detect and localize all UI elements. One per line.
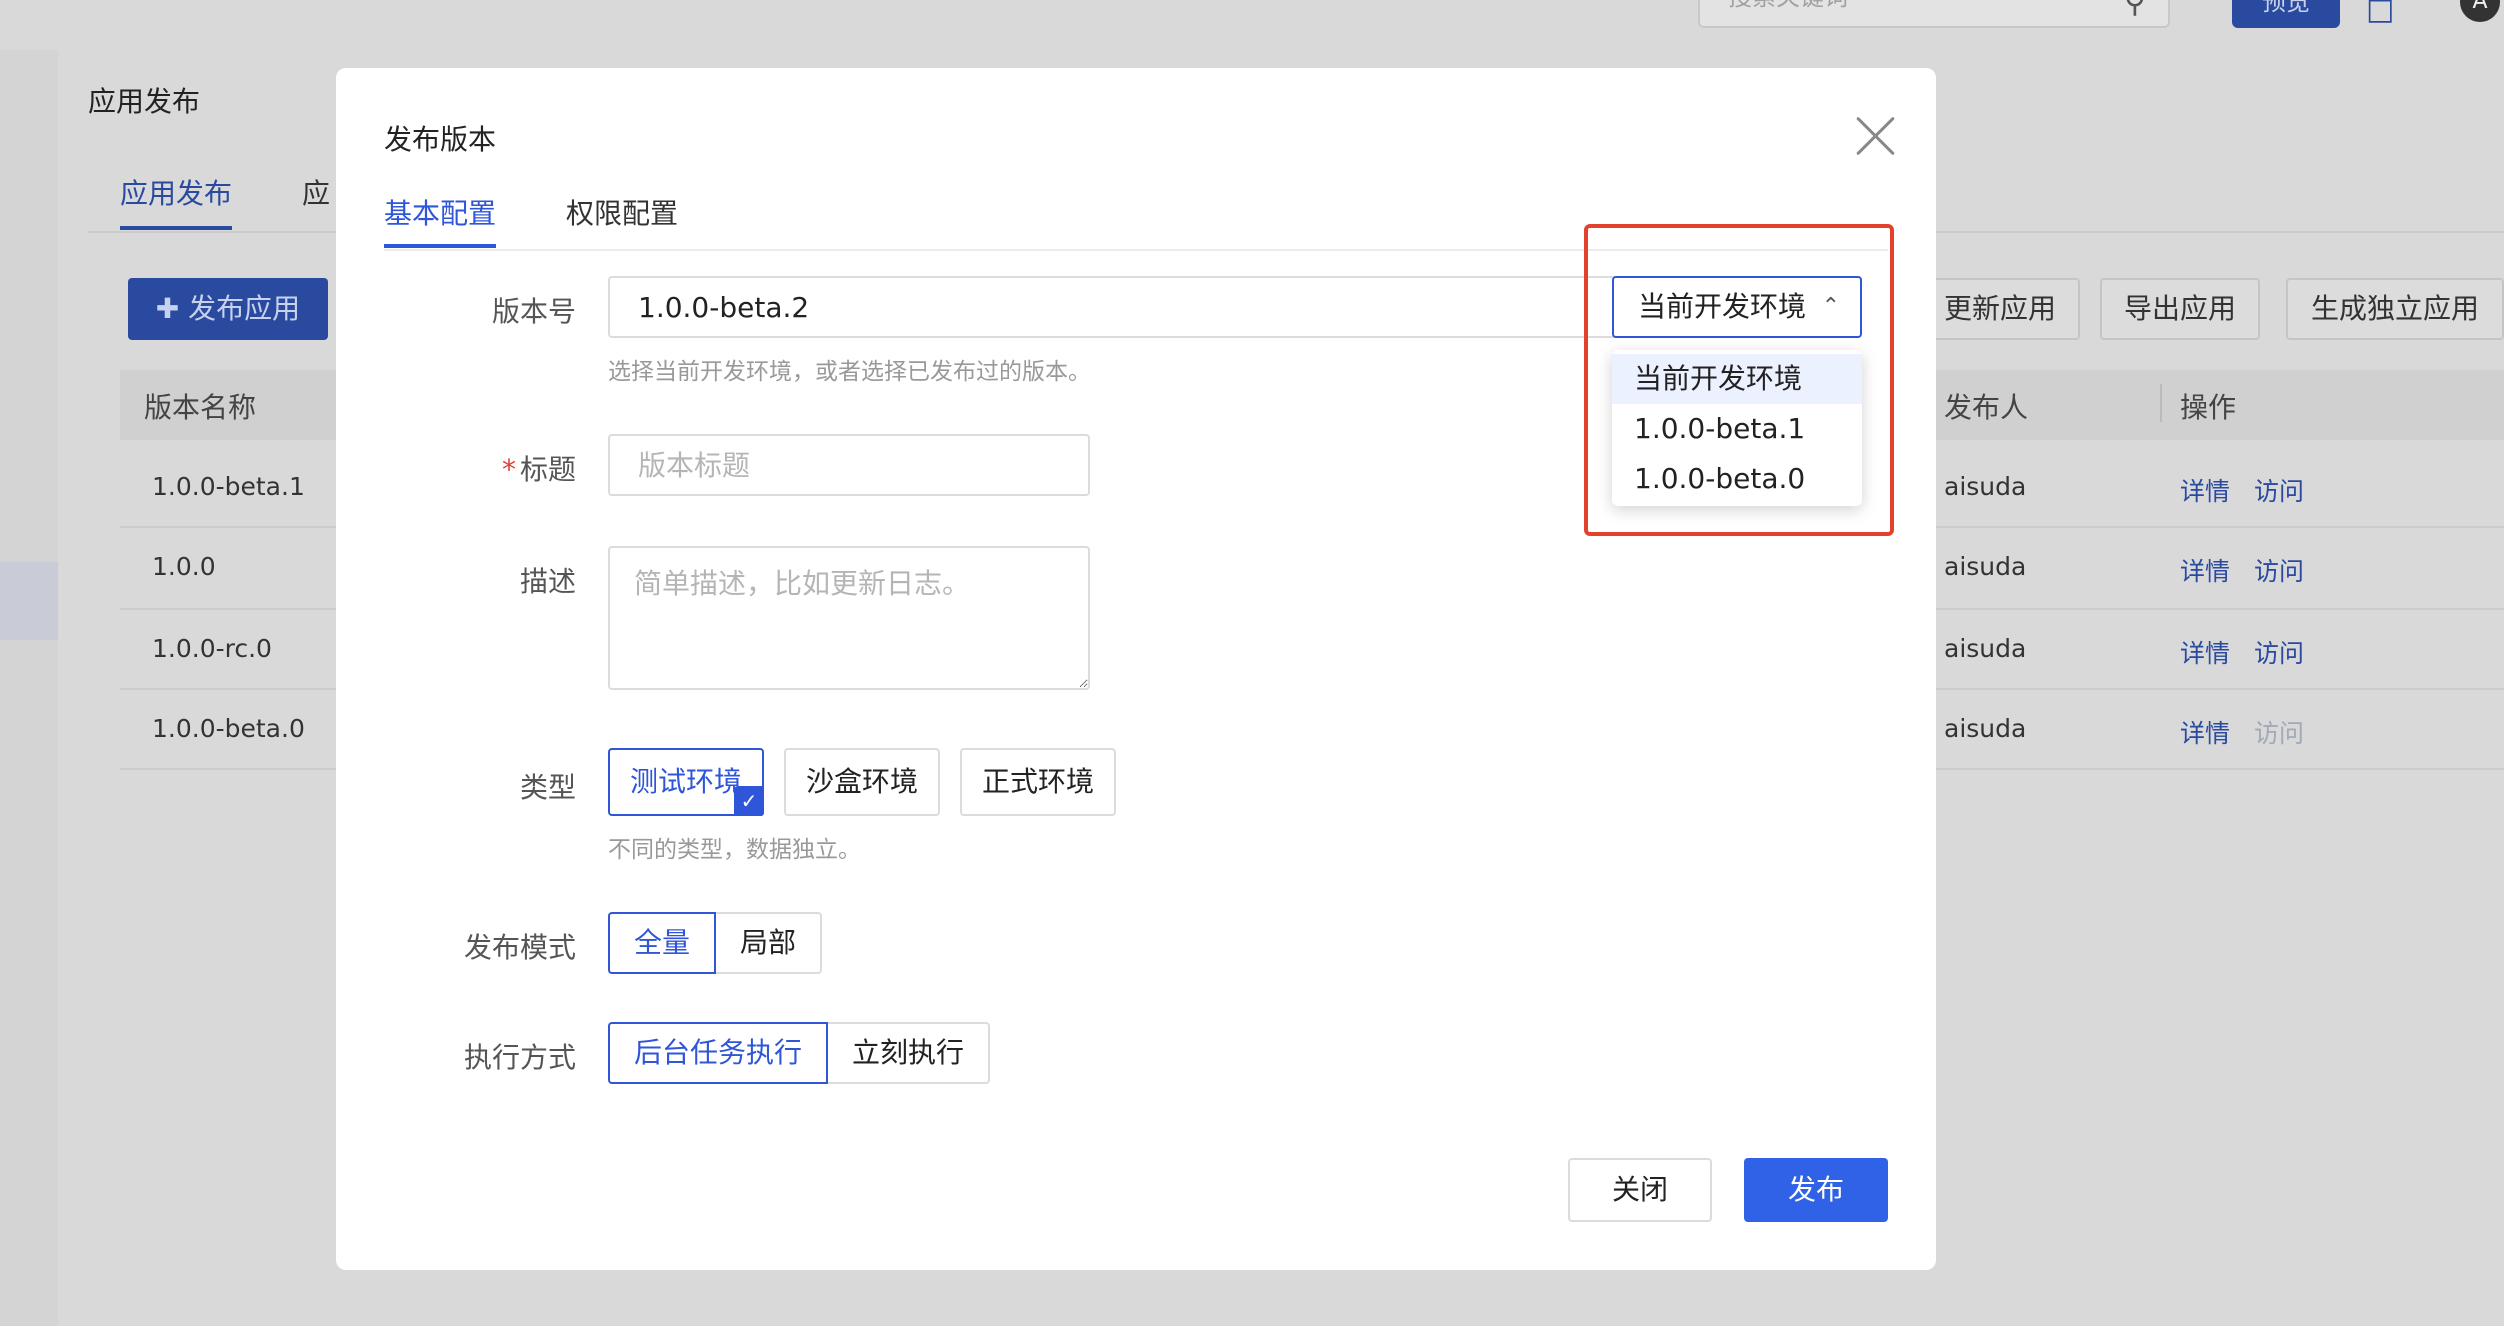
update-app-button[interactable]: 更新应用	[1920, 278, 2080, 340]
title-input[interactable]	[608, 434, 1090, 496]
version-label: 版本号	[491, 295, 576, 328]
publish-mode-full[interactable]: 全量	[608, 912, 716, 974]
publish-app-label: 发布应用	[188, 292, 301, 325]
sidebar	[0, 50, 58, 1326]
execution-mode-background[interactable]: 后台任务执行	[608, 1022, 828, 1084]
search-placeholder: 搜索关键词	[1728, 0, 1848, 11]
row-detail-link[interactable]: 详情	[2180, 552, 2230, 588]
preview-button[interactable]: 预览	[2232, 0, 2340, 28]
type-help: 不同的类型，数据独立。	[608, 837, 861, 863]
plus-icon: ✚	[155, 292, 189, 325]
version-source-dropdown: 当前开发环境 1.0.0-beta.1 1.0.0-beta.0	[1612, 350, 1862, 506]
version-help: 选择当前开发环境，或者选择已发布过的版本。	[608, 359, 1091, 385]
version-source-selected: 当前开发环境	[1638, 290, 1807, 323]
type-option-test[interactable]: 测试环境 ✓	[608, 748, 764, 816]
execution-mode-immediate[interactable]: 立刻执行	[826, 1022, 990, 1084]
publish-mode-label: 发布模式	[463, 931, 576, 964]
execution-mode-label: 执行方式	[463, 1041, 576, 1074]
export-app-button[interactable]: 导出应用	[2100, 278, 2260, 340]
description-textarea[interactable]	[608, 546, 1090, 690]
row-version: 1.0.0	[152, 552, 216, 581]
sidebar-active-item[interactable]	[0, 562, 58, 640]
type-label: 类型	[519, 771, 576, 804]
version-source-select[interactable]: 当前开发环境 ⌃	[1612, 276, 1862, 338]
row-version: 1.0.0-beta.0	[152, 714, 305, 743]
type-option-sandbox[interactable]: 沙盒环境	[784, 748, 940, 816]
generate-standalone-button[interactable]: 生成独立应用	[2286, 278, 2504, 340]
publish-mode-partial[interactable]: 局部	[714, 912, 822, 974]
tab-active-underline	[384, 244, 496, 248]
column-actions: 操作	[2180, 391, 2237, 424]
required-mark: *	[501, 453, 516, 486]
column-version-name: 版本名称	[144, 391, 257, 424]
row-visit-link[interactable]: 访问	[2254, 634, 2304, 670]
version-input[interactable]	[608, 276, 1618, 338]
tab-active-underline	[120, 226, 232, 230]
row-publisher: aisuda	[1944, 472, 2027, 501]
title-label-text: 标题	[519, 453, 576, 486]
row-version: 1.0.0-beta.1	[152, 472, 305, 501]
description-label: 描述	[519, 565, 576, 598]
type-option-production[interactable]: 正式环境	[960, 748, 1116, 816]
search-icon: ⚲	[2124, 0, 2146, 20]
row-publisher: aisuda	[1944, 714, 2027, 743]
tab-divider	[384, 249, 1888, 251]
dropdown-option-beta0[interactable]: 1.0.0-beta.0	[1612, 454, 1862, 504]
row-detail-link[interactable]: 详情	[2180, 714, 2230, 750]
column-separator	[2160, 384, 2162, 422]
check-icon: ✓	[734, 786, 764, 816]
row-version: 1.0.0-rc.0	[152, 634, 272, 663]
breadcrumb: 应用发布	[88, 85, 201, 118]
tab-app-publish[interactable]: 应用发布	[120, 172, 232, 212]
row-publisher: aisuda	[1944, 634, 2027, 663]
row-publisher: aisuda	[1944, 552, 2027, 581]
tab-permission-config[interactable]: 权限配置	[566, 192, 678, 232]
publish-version-modal: 发布版本 基本配置 权限配置 版本号 选择当前开发环境，或者选择已发布过的版本。…	[336, 68, 1936, 1270]
row-detail-link[interactable]: 详情	[2180, 472, 2230, 508]
close-button[interactable]: 关闭	[1568, 1158, 1712, 1222]
close-icon[interactable]	[1850, 110, 1902, 162]
chevron-up-icon: ⌃	[1821, 294, 1840, 319]
modal-title: 发布版本	[384, 123, 497, 156]
row-visit-link[interactable]: 访问	[2254, 472, 2304, 508]
row-detail-link[interactable]: 详情	[2180, 634, 2230, 670]
type-option-test-label: 测试环境	[629, 765, 742, 798]
column-publisher: 发布人	[1944, 391, 2029, 424]
message-icon[interactable]: □	[2366, 0, 2394, 27]
publish-app-button[interactable]: ✚ 发布应用	[128, 278, 328, 340]
tab-basic-config[interactable]: 基本配置	[384, 192, 496, 232]
publish-button[interactable]: 发布	[1744, 1158, 1888, 1222]
row-visit-link[interactable]: 访问	[2254, 552, 2304, 588]
title-label: * 标题	[336, 448, 576, 488]
dropdown-option-current-dev[interactable]: 当前开发环境	[1612, 354, 1862, 404]
dropdown-option-beta1[interactable]: 1.0.0-beta.1	[1612, 404, 1862, 454]
search-input[interactable]: 搜索关键词 ⚲	[1698, 0, 2170, 28]
tab-second[interactable]: 应	[302, 172, 330, 212]
row-visit-link[interactable]: 访问	[2254, 714, 2304, 750]
